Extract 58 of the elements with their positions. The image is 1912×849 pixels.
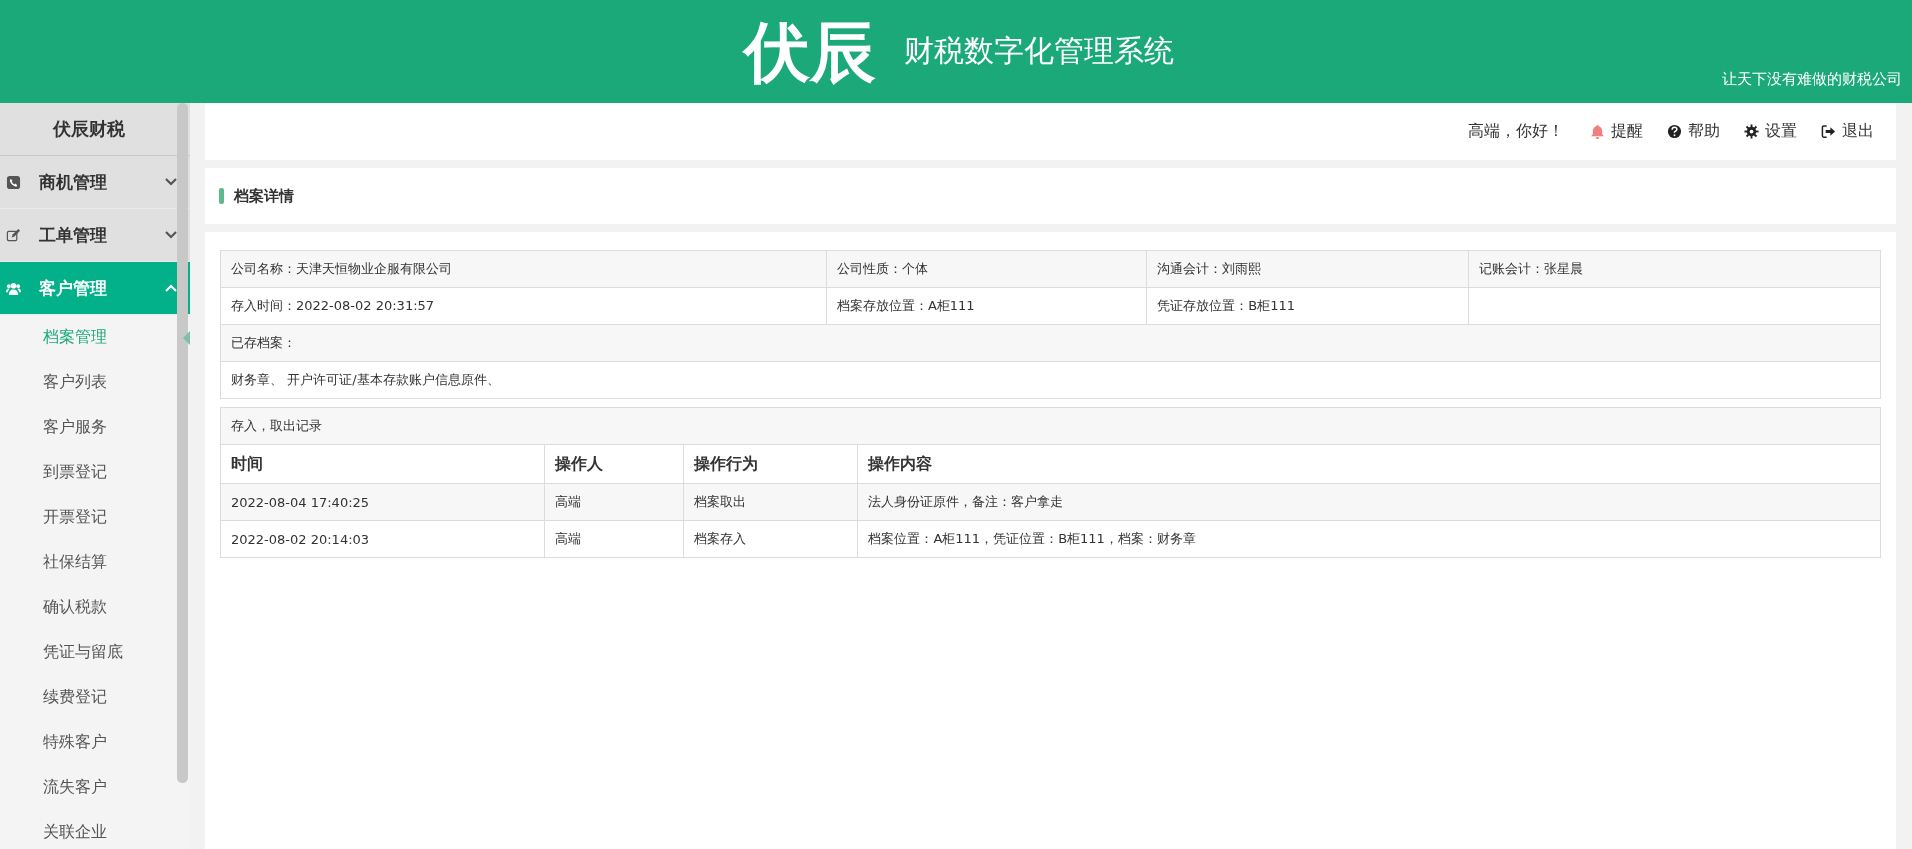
info-cell: 档案存放位置：A柜111 [826,287,1147,325]
table-cell: 档案位置：A柜111，凭证位置：B柜111，档案：财务章 [857,520,1881,558]
column-header: 时间 [220,444,545,484]
chevron-icon [164,177,178,187]
column-header: 操作内容 [857,444,1881,484]
menu-item[interactable]: 客户服务 [0,405,190,450]
system-name: 财税数字化管理系统 [904,32,1174,70]
menu-item[interactable]: 凭证与留底 [0,630,190,675]
help-link[interactable]: 帮助 [1667,121,1720,142]
help-icon [1667,124,1682,139]
table-cell: 法人身份证原件，备注：客户拿走 [857,483,1881,521]
scrollbar[interactable] [177,103,188,783]
table-cell: 2022-08-02 20:14:03 [220,520,545,558]
info-cell: 公司名称：天津天恒物业企服有限公司 [220,250,827,288]
table-cell: 档案取出 [683,483,858,521]
phone-icon [6,174,21,190]
section-title: 档案详情 [234,186,294,206]
menu-item[interactable]: 关联企业 [0,810,190,849]
table-cell: 高端 [544,483,684,521]
records-title: 存入，取出记录 [220,407,1881,445]
logout-icon [1821,124,1836,139]
info-cell: 沟通会计：刘雨熙 [1146,250,1469,288]
menu-item[interactable]: 特殊客户 [0,720,190,765]
menu-item[interactable]: 确认税款 [0,585,190,630]
menu-group[interactable]: 商机管理 [0,156,190,209]
column-header: 操作人 [544,444,684,484]
table-cell: 档案存入 [683,520,858,558]
chevron-icon [164,230,178,240]
active-pointer-icon [183,331,190,345]
bell-icon [1590,124,1605,139]
users-icon [6,280,21,296]
menu-group[interactable]: 工单管理 [0,209,190,262]
greeting: 高端，你好！ [1468,121,1564,142]
info-cell: 公司性质：个体 [826,250,1147,288]
settings-link[interactable]: 设置 [1744,121,1797,142]
table-cell: 2022-08-04 17:40:25 [220,483,545,521]
table-cell: 高端 [544,520,684,558]
menu-item[interactable]: 流失客户 [0,765,190,810]
menu-item[interactable]: 客户列表 [0,360,190,405]
menu-item[interactable]: 到票登记 [0,450,190,495]
archives-label: 已存档案： [220,324,1881,362]
slogan: 让天下没有难做的财税公司 [1722,70,1902,89]
archives-value: 财务章、 开户许可证/基本存款账户信息原件、 [220,361,1881,399]
column-header: 操作行为 [683,444,858,484]
info-cell: 存入时间：2022-08-02 20:31:57 [220,287,827,325]
menu-item[interactable]: 开票登记 [0,495,190,540]
title-accent-bar [219,188,224,204]
info-cell: 记账会计：张星晨 [1468,250,1881,288]
bell-link[interactable]: 提醒 [1590,121,1643,142]
info-cell: 凭证存放位置：B柜111 [1146,287,1469,325]
menu-item[interactable]: 续费登记 [0,675,190,720]
sidebar-title: 伏辰财税 [0,103,190,156]
logo: 伏辰 [741,11,877,92]
chevron-icon [164,283,178,293]
logout-link[interactable]: 退出 [1821,121,1874,142]
settings-icon [1744,124,1759,139]
edit-icon [6,227,21,243]
menu-item[interactable]: 社保结算 [0,540,190,585]
